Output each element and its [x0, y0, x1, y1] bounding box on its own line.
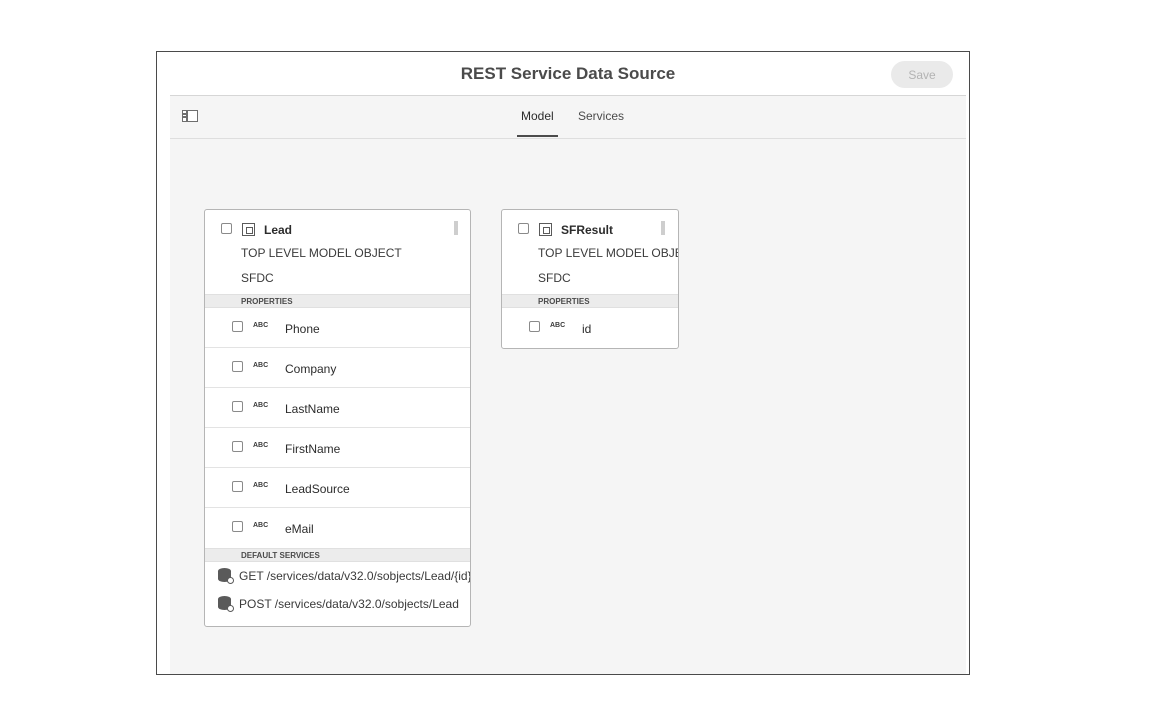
string-type-icon: ABC [253, 442, 269, 449]
service-row-post[interactable]: POST /services/data/v32.0/sobjects/Lead [205, 590, 470, 618]
property-name: Phone [285, 322, 320, 336]
model-card-sfresult[interactable]: SFResult TOP LEVEL MODEL OBJECT SFDC PRO… [501, 209, 679, 349]
panel-toggle-icon[interactable] [182, 110, 198, 122]
property-row-firstname[interactable]: ABC FirstName [205, 428, 470, 468]
toolbar: Model Services [170, 96, 966, 139]
property-name: LastName [285, 402, 340, 416]
string-type-icon: ABC [550, 322, 566, 329]
properties-header: PROPERTIES [502, 294, 678, 308]
select-checkbox[interactable] [221, 223, 232, 234]
string-type-icon: ABC [253, 482, 269, 489]
tab-model[interactable]: Model [517, 109, 558, 137]
property-checkbox[interactable] [232, 441, 243, 452]
page-title: REST Service Data Source [460, 64, 676, 83]
service-list: GET /services/data/v32.0/sobjects/Lead/{… [205, 562, 470, 618]
service-text: POST /services/data/v32.0/sobjects/Lead [239, 597, 459, 611]
service-post-icon [218, 596, 234, 612]
model-card-lead[interactable]: Lead TOP LEVEL MODEL OBJECT SFDC PROPERT… [204, 209, 471, 627]
property-checkbox[interactable] [232, 401, 243, 412]
card-header: Lead TOP LEVEL MODEL OBJECT SFDC [205, 210, 470, 294]
property-row-phone[interactable]: ABC Phone [205, 308, 470, 348]
string-type-icon: ABC [253, 402, 269, 409]
property-checkbox[interactable] [232, 361, 243, 372]
property-name: FirstName [285, 442, 341, 456]
string-type-icon: ABC [253, 362, 269, 369]
property-row-email[interactable]: ABC eMail [205, 508, 470, 548]
property-list: ABC Phone ABC Company ABC LastName ABC F… [205, 308, 470, 548]
property-row-company[interactable]: ABC Company [205, 348, 470, 388]
service-text: GET /services/data/v32.0/sobjects/Lead/{… [239, 569, 471, 583]
select-checkbox[interactable] [518, 223, 529, 234]
model-type-label: TOP LEVEL MODEL OBJECT [538, 246, 678, 260]
property-row-id[interactable]: ABC id [502, 308, 678, 348]
save-button[interactable]: Save [891, 61, 953, 88]
property-checkbox[interactable] [232, 521, 243, 532]
drag-handle-icon[interactable] [454, 221, 458, 235]
model-canvas: Lead TOP LEVEL MODEL OBJECT SFDC PROPERT… [170, 139, 966, 674]
model-object-icon [242, 223, 255, 236]
service-row-get[interactable]: GET /services/data/v32.0/sobjects/Lead/{… [205, 562, 470, 590]
model-type-label: TOP LEVEL MODEL OBJECT [241, 246, 402, 260]
property-row-leadsource[interactable]: ABC LeadSource [205, 468, 470, 508]
header-bar: REST Service Data Source Save [170, 52, 966, 96]
model-object-icon [539, 223, 552, 236]
default-services-header: DEFAULT SERVICES [205, 548, 470, 562]
properties-header: PROPERTIES [205, 294, 470, 308]
model-source: SFDC [241, 271, 274, 285]
property-checkbox[interactable] [232, 321, 243, 332]
property-name: Company [285, 362, 337, 376]
property-name: id [582, 322, 592, 336]
property-name: eMail [285, 522, 314, 536]
property-row-lastname[interactable]: ABC LastName [205, 388, 470, 428]
model-name: Lead [264, 223, 293, 237]
card-header: SFResult TOP LEVEL MODEL OBJECT SFDC [502, 210, 678, 294]
property-name: LeadSource [285, 482, 350, 496]
service-get-icon [218, 568, 234, 584]
drag-handle-icon[interactable] [661, 221, 665, 235]
property-checkbox[interactable] [232, 481, 243, 492]
property-list: ABC id [502, 308, 678, 348]
tab-services[interactable]: Services [578, 109, 624, 123]
model-source: SFDC [538, 271, 571, 285]
app-window: REST Service Data Source Save Model Serv… [156, 51, 970, 675]
string-type-icon: ABC [253, 522, 269, 529]
model-name: SFResult [561, 223, 614, 237]
property-checkbox[interactable] [529, 321, 540, 332]
string-type-icon: ABC [253, 322, 269, 329]
